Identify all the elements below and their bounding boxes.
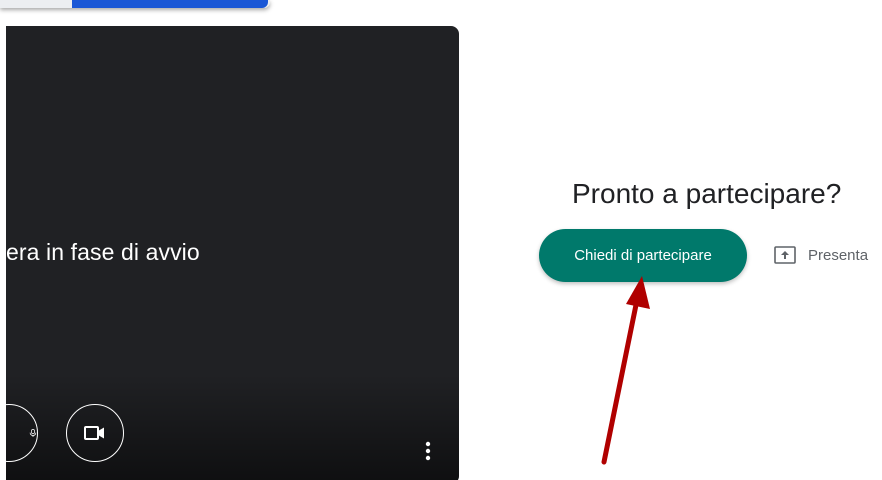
ask-to-join-label: Chiedi di partecipare — [574, 247, 712, 264]
top-banner — [0, 0, 270, 8]
camera-status-text: era in fase di avvio — [6, 239, 200, 265]
present-button[interactable]: Presenta — [774, 242, 868, 268]
more-vert-icon — [425, 441, 431, 461]
meet-join-screen: era in fase di avvio Pronto a partecipar… — [0, 0, 882, 480]
more-options-button[interactable] — [419, 438, 437, 464]
camera-button[interactable] — [66, 404, 124, 462]
page-title: Pronto a partecipare? — [572, 178, 842, 209]
present-label: Presenta — [808, 246, 869, 264]
ask-to-join-button[interactable]: Chiedi di partecipare — [539, 229, 747, 282]
present-screen-icon — [774, 246, 796, 264]
mic-icon — [29, 429, 37, 437]
video-preview: era in fase di avvio — [6, 26, 459, 480]
videocam-icon — [84, 426, 104, 440]
top-banner-accent — [72, 0, 268, 8]
